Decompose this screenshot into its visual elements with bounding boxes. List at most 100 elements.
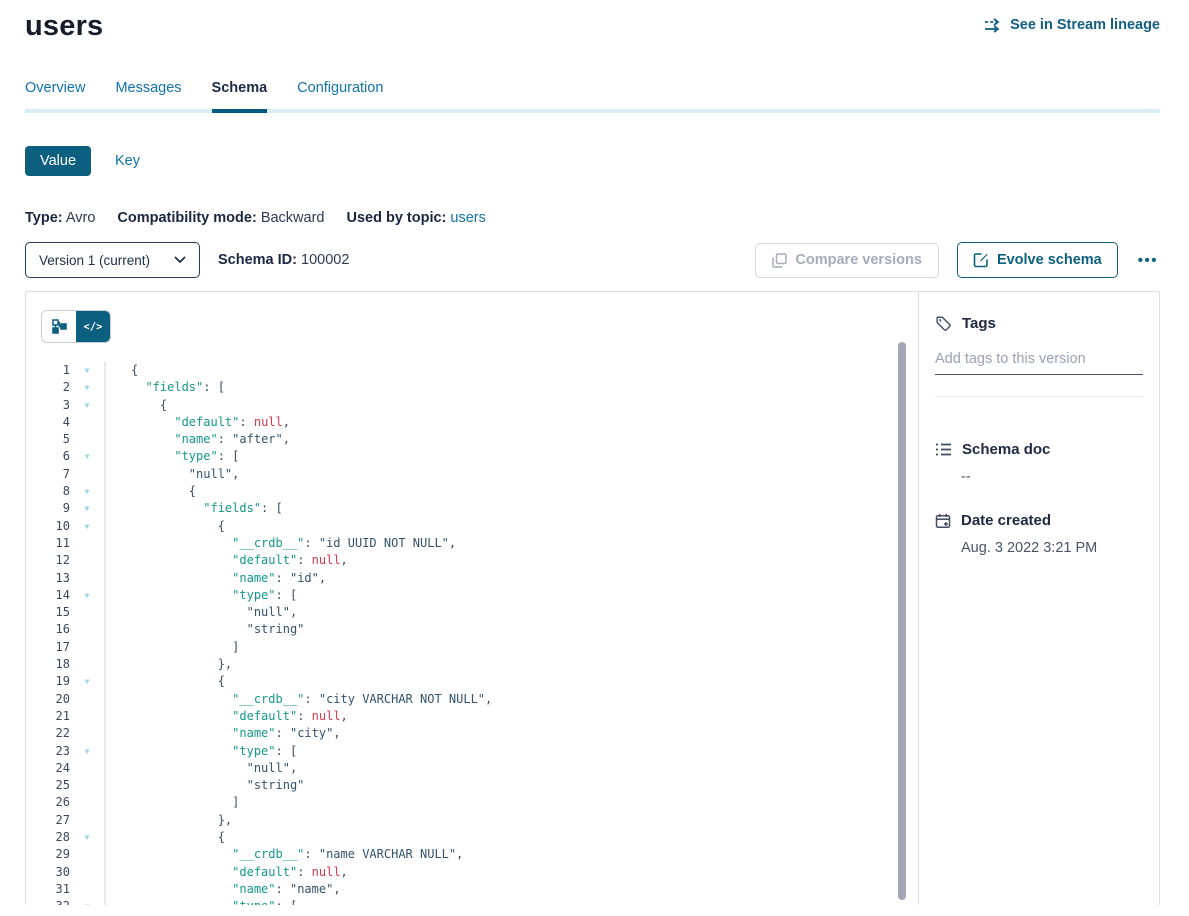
fold-spacer [70, 656, 104, 673]
schema-card: </> 1▼{2▼ "fields": [3▼ {4 "default": nu… [25, 291, 1160, 905]
add-tags-input[interactable] [935, 349, 1143, 375]
fold-toggle-icon[interactable]: ▼ [70, 587, 104, 604]
code-line: 24 "null", [26, 760, 918, 777]
code-line: 17 ] [26, 639, 918, 656]
code-line: 3▼ { [26, 397, 918, 414]
fold-spacer [70, 570, 104, 587]
fold-spacer [70, 621, 104, 638]
code-text: "default": null, [106, 708, 348, 725]
fold-toggle-icon[interactable]: ▼ [70, 743, 104, 760]
see-in-stream-lineage-link[interactable]: See in Stream lineage [984, 17, 1160, 33]
editor-gutter: 5 [26, 431, 106, 448]
editor-gutter: 22 [26, 725, 106, 742]
fold-toggle-icon[interactable]: ▼ [70, 397, 104, 414]
tab-schema[interactable]: Schema [212, 80, 268, 109]
code-text: "string" [106, 621, 304, 638]
line-number: 6 [26, 448, 70, 465]
code-view-icon: </> [84, 321, 103, 333]
version-actions: Compare versions Evolve schema ••• [755, 242, 1160, 278]
line-number: 9 [26, 500, 70, 517]
fold-spacer [70, 864, 104, 881]
fold-toggle-icon[interactable]: ▼ [70, 500, 104, 517]
code-line: 22 "name": "city", [26, 725, 918, 742]
code-text: "null", [106, 466, 239, 483]
schema-doc-value: -- [961, 469, 1143, 485]
fold-spacer [70, 881, 104, 898]
fold-toggle-icon[interactable]: ▼ [70, 483, 104, 500]
compare-versions-label: Compare versions [795, 252, 922, 268]
editor-gutter: 7 [26, 466, 106, 483]
fold-spacer [70, 535, 104, 552]
fold-toggle-icon[interactable]: ▼ [70, 518, 104, 535]
line-number: 17 [26, 639, 70, 656]
page: users See in Stream lineage Overview Mes… [0, 0, 1189, 916]
version-dropdown[interactable]: Version 1 (current) [25, 242, 200, 278]
code-text: }, [106, 812, 232, 829]
code-line: 27 }, [26, 812, 918, 829]
compatibility-mode-label: Compatibility mode: [117, 210, 256, 226]
code-line: 11 "__crdb__": "id UUID NOT NULL", [26, 535, 918, 552]
line-number: 4 [26, 414, 70, 431]
editor-gutter: 16 [26, 621, 106, 638]
code-text: ] [106, 794, 239, 811]
code-view-button[interactable]: </> [76, 311, 110, 342]
schema-code-editor[interactable]: 1▼{2▼ "fields": [3▼ {4 "default": null,5… [26, 362, 918, 905]
fold-spacer [70, 639, 104, 656]
code-line: 16 "string" [26, 621, 918, 638]
line-number: 8 [26, 483, 70, 500]
fold-toggle-icon[interactable]: ▼ [70, 829, 104, 846]
used-by-topic: Used by topic: users [346, 210, 485, 226]
code-line: 10▼ { [26, 518, 918, 535]
code-line: 15 "null", [26, 604, 918, 621]
topbar: users See in Stream lineage [25, 0, 1160, 43]
editor-scrollbar[interactable] [898, 342, 906, 900]
line-number: 11 [26, 535, 70, 552]
fold-spacer [70, 466, 104, 483]
code-text: "null", [106, 760, 297, 777]
tree-view-button[interactable] [42, 311, 76, 342]
fold-toggle-icon[interactable]: ▼ [70, 379, 104, 396]
evolve-schema-button[interactable]: Evolve schema [957, 242, 1118, 278]
more-options-button[interactable]: ••• [1136, 248, 1160, 273]
fold-spacer [70, 725, 104, 742]
editor-view-toggle: </> [41, 310, 111, 343]
compare-versions-button[interactable]: Compare versions [755, 243, 939, 278]
fold-spacer [70, 552, 104, 569]
code-text: { [106, 483, 196, 500]
code-text: "__crdb__": "city VARCHAR NOT NULL", [106, 691, 492, 708]
code-text: ] [106, 639, 239, 656]
line-number: 25 [26, 777, 70, 794]
tag-icon [935, 315, 952, 332]
schema-id: Schema ID: 100002 [218, 252, 349, 268]
key-toggle-link[interactable]: Key [115, 153, 140, 169]
code-text: "default": null, [106, 414, 290, 431]
schema-type: Type: Avro [25, 210, 95, 226]
editor-gutter: 6▼ [26, 448, 106, 465]
code-line: 23▼ "type": [ [26, 743, 918, 760]
fold-toggle-icon[interactable]: ▼ [70, 448, 104, 465]
topic-users-link[interactable]: users [450, 210, 485, 226]
code-line: 8▼ { [26, 483, 918, 500]
fold-toggle-icon[interactable]: ▼ [70, 362, 104, 379]
fold-toggle-icon[interactable]: ▼ [70, 673, 104, 690]
line-number: 19 [26, 673, 70, 690]
editor-gutter: 2▼ [26, 379, 106, 396]
editor-gutter: 27 [26, 812, 106, 829]
code-text: { [106, 829, 225, 846]
tab-overview[interactable]: Overview [25, 80, 85, 109]
tab-bar: Overview Messages Schema Configuration [25, 80, 1160, 113]
line-number: 31 [26, 881, 70, 898]
code-text: "name": "name", [106, 881, 341, 898]
fold-spacer [70, 414, 104, 431]
page-title: users [25, 10, 103, 43]
editor-gutter: 24 [26, 760, 106, 777]
editor-gutter: 12 [26, 552, 106, 569]
code-text: "type": [ [106, 448, 239, 465]
fold-toggle-icon[interactable]: ▼ [70, 898, 104, 905]
tab-configuration[interactable]: Configuration [297, 80, 383, 109]
line-number: 16 [26, 621, 70, 638]
value-toggle-button[interactable]: Value [25, 146, 91, 176]
tab-messages[interactable]: Messages [115, 80, 181, 109]
evolve-schema-label: Evolve schema [997, 252, 1102, 268]
editor-gutter: 17 [26, 639, 106, 656]
